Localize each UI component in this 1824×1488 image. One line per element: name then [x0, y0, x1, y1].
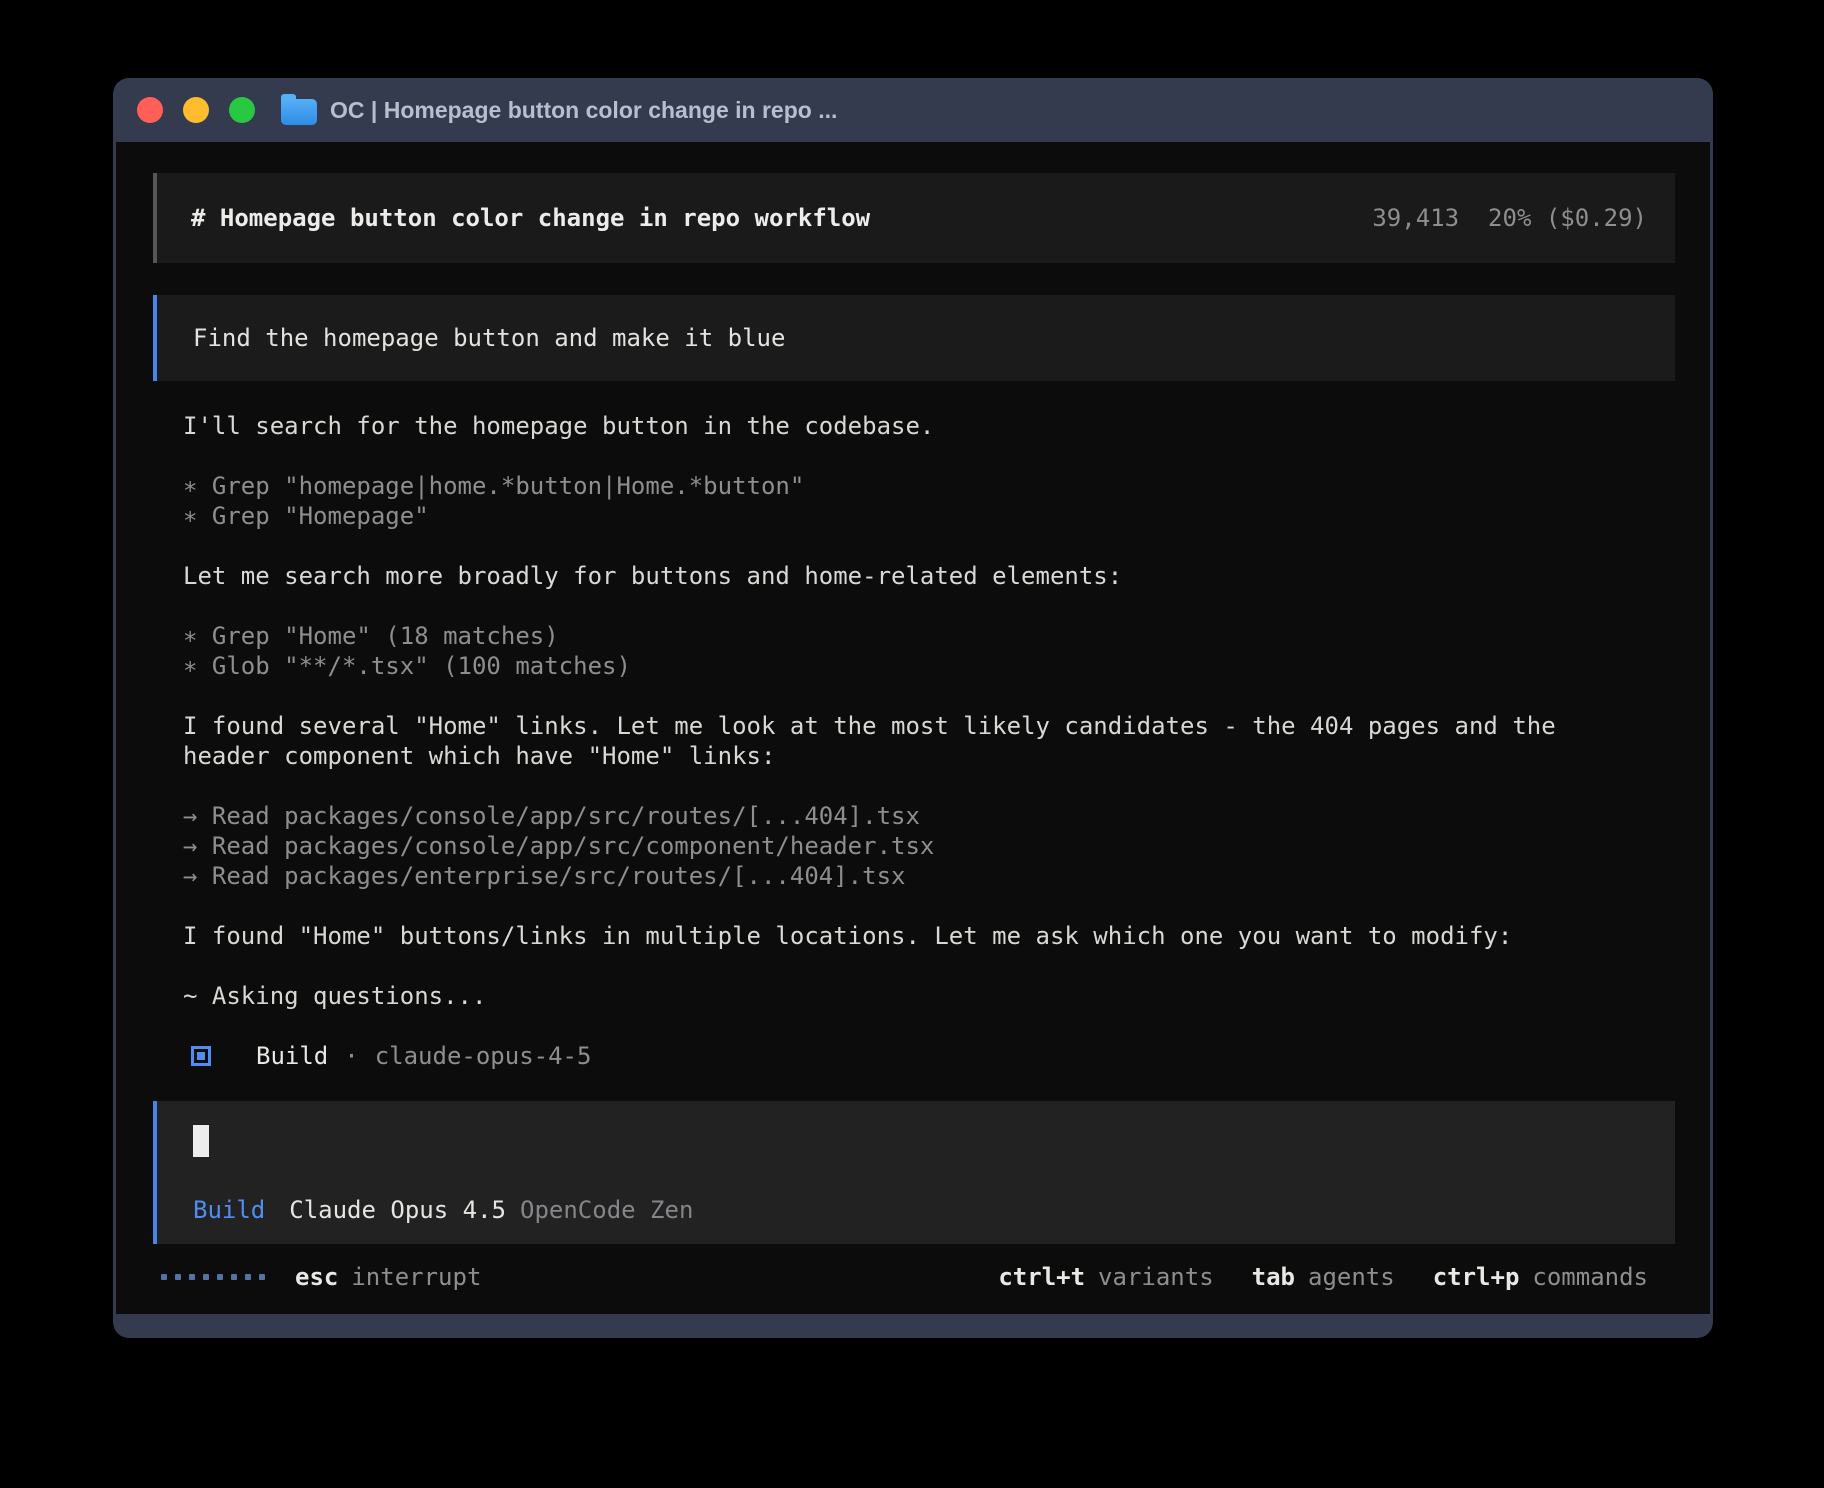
input-model-label: Claude Opus 4.5	[289, 1195, 506, 1225]
hint-label: commands	[1532, 1262, 1648, 1292]
zoom-button[interactable]	[229, 97, 255, 123]
tool-call-grep: ∗ Grep "Home" (18 matches)	[183, 621, 1583, 651]
model-line: Build Claude Opus 4.5 OpenCode Zen	[193, 1195, 1675, 1225]
tool-call-group: ∗ Grep "Home" (18 matches) ∗ Glob "**/*.…	[183, 621, 1583, 681]
context-usage: 20% ($0.29)	[1488, 203, 1647, 233]
session-header: # Homepage button color change in repo w…	[153, 173, 1675, 263]
hint-key: ctrl+p	[1433, 1262, 1520, 1292]
assistant-text: Let me search more broadly for buttons a…	[183, 561, 1583, 591]
session-title: # Homepage button color change in repo w…	[191, 203, 870, 233]
hint-label: interrupt	[351, 1262, 481, 1292]
token-count: 39,413	[1372, 203, 1459, 233]
terminal-content: # Homepage button color change in repo w…	[116, 142, 1710, 1314]
close-button[interactable]	[137, 97, 163, 123]
tool-call-grep: ∗ Grep "homepage|home.*button|Home.*butt…	[183, 471, 1583, 501]
status-bar: esc interrupt ctrl+t variants tab agents…	[116, 1261, 1710, 1292]
spinner-dots-icon	[161, 1274, 265, 1280]
hint-label: variants	[1098, 1262, 1214, 1292]
hint-agents: tab agents	[1252, 1262, 1395, 1292]
title-group: OC | Homepage button color change in rep…	[281, 96, 837, 125]
assistant-text: I found several "Home" links. Let me loo…	[183, 711, 1583, 771]
traffic-lights	[137, 97, 255, 123]
agent-model-id: claude-opus-4-5	[375, 1041, 592, 1071]
terminal-window: OC | Homepage button color change in rep…	[113, 78, 1713, 1338]
user-message-text: Find the homepage button and make it blu…	[193, 323, 785, 353]
transcript: I'll search for the homepage button in t…	[183, 411, 1583, 1071]
tool-call-grep: ∗ Grep "Homepage"	[183, 501, 1583, 531]
tool-call-read: → Read packages/console/app/src/routes/[…	[183, 801, 1583, 831]
tool-call-group: → Read packages/console/app/src/routes/[…	[183, 801, 1583, 891]
title-bar[interactable]: OC | Homepage button color change in rep…	[113, 78, 1713, 142]
tool-call-glob: ∗ Glob "**/*.tsx" (100 matches)	[183, 651, 1583, 681]
prompt-input[interactable]: Build Claude Opus 4.5 OpenCode Zen	[153, 1101, 1675, 1244]
text-cursor	[193, 1125, 209, 1157]
status-left: esc interrupt	[161, 1262, 481, 1292]
input-provider-label: OpenCode Zen	[520, 1195, 693, 1225]
hint-key: tab	[1252, 1262, 1295, 1292]
agent-separator: ·	[344, 1041, 358, 1071]
input-agent-label: Build	[193, 1195, 265, 1225]
hint-label: agents	[1308, 1262, 1395, 1292]
hint-key: ctrl+t	[998, 1262, 1085, 1292]
hint-interrupt: esc interrupt	[295, 1262, 481, 1292]
session-meta: 39,413 20% ($0.29)	[1372, 203, 1647, 233]
folder-icon	[281, 99, 317, 125]
agent-status-line: Build · claude-opus-4-5	[183, 1041, 1583, 1071]
minimize-button[interactable]	[183, 97, 209, 123]
user-message: Find the homepage button and make it blu…	[153, 295, 1675, 381]
tool-call-read: → Read packages/enterprise/src/routes/[.…	[183, 861, 1583, 891]
tool-call-group: ∗ Grep "homepage|home.*button|Home.*butt…	[183, 471, 1583, 531]
agent-name: Build	[256, 1041, 328, 1071]
hint-key: esc	[295, 1262, 338, 1292]
tool-call-read: → Read packages/console/app/src/componen…	[183, 831, 1583, 861]
assistant-text: I found "Home" buttons/links in multiple…	[183, 921, 1583, 951]
agent-badge-icon	[191, 1046, 211, 1066]
window-title: OC | Homepage button color change in rep…	[330, 97, 837, 124]
status-right: ctrl+t variants tab agents ctrl+p comman…	[998, 1262, 1648, 1292]
working-status: ~ Asking questions...	[183, 981, 1583, 1011]
hint-commands: ctrl+p commands	[1433, 1262, 1648, 1292]
hint-variants: ctrl+t variants	[998, 1262, 1213, 1292]
assistant-text: I'll search for the homepage button in t…	[183, 411, 1583, 441]
